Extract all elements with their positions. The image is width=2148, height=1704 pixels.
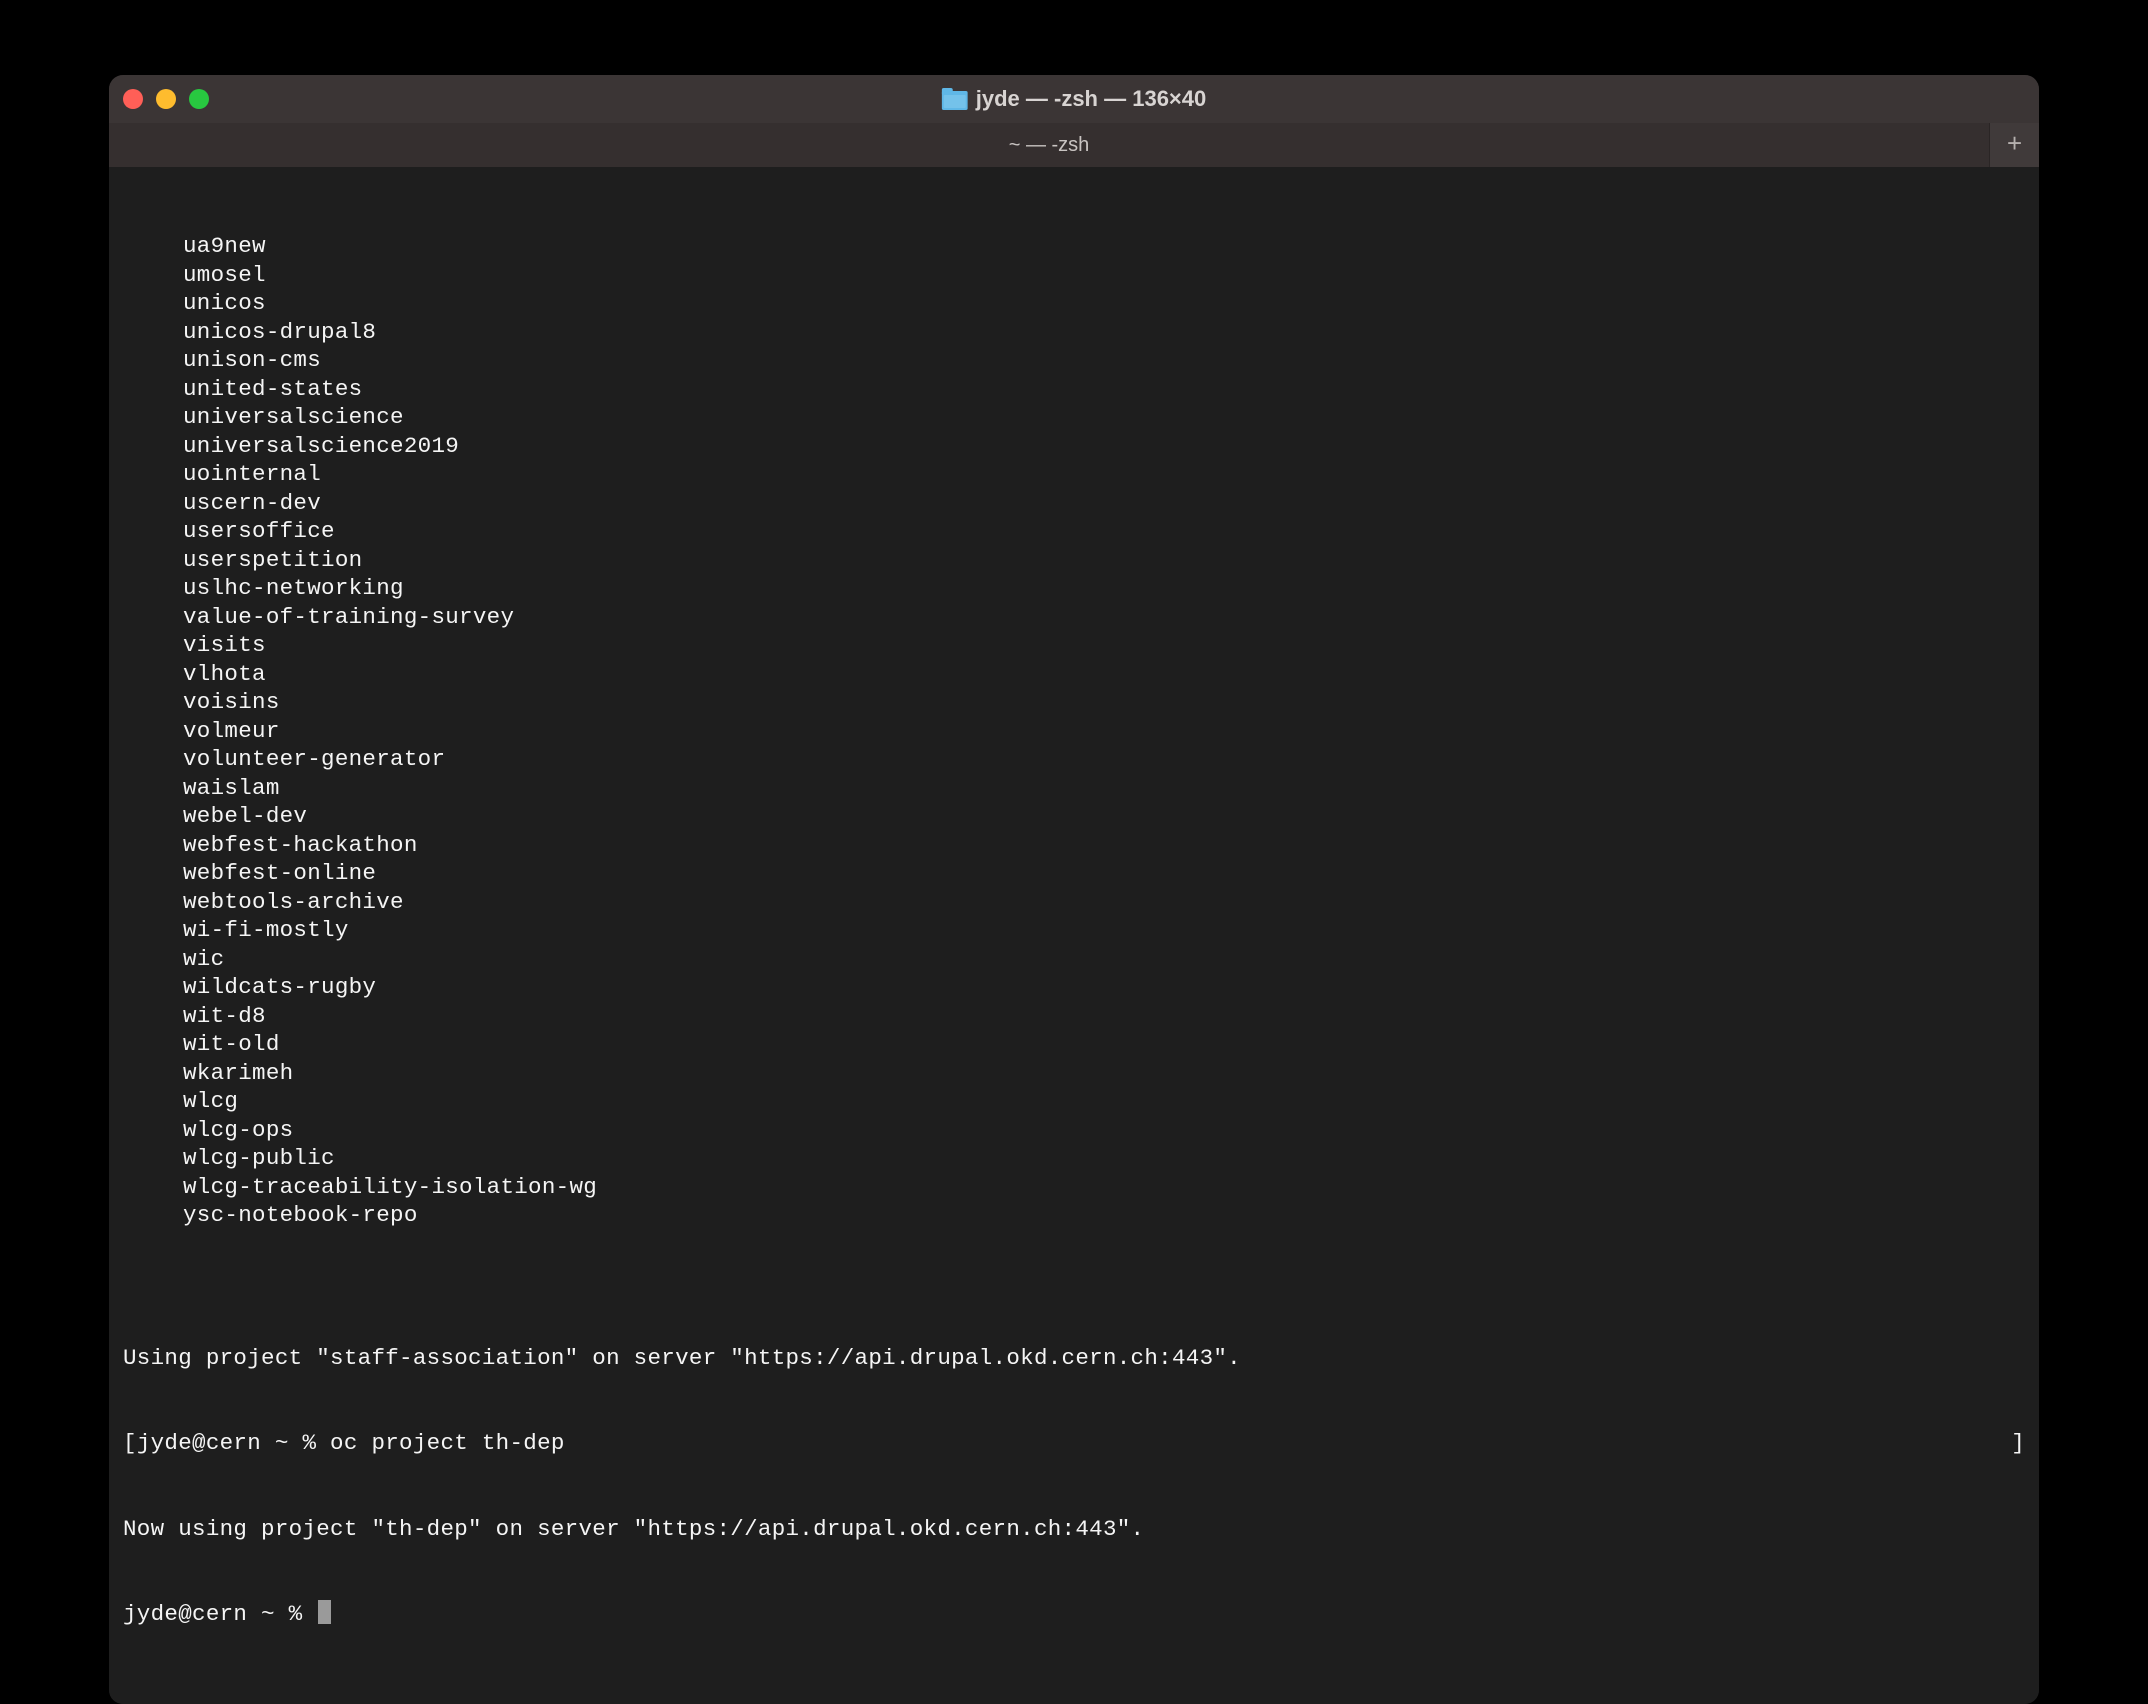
- terminal-output[interactable]: ua9newumoselunicosunicos-drupal8unison-c…: [109, 167, 2039, 1704]
- window-title-text: jyde — -zsh — 136×40: [976, 86, 1207, 112]
- list-item: wildcats-rugby: [109, 973, 2039, 1002]
- list-item: universalscience: [109, 403, 2039, 432]
- list-item: webel-dev: [109, 802, 2039, 831]
- list-item: visits: [109, 631, 2039, 660]
- tab-label: ~ — -zsh: [1009, 134, 1090, 157]
- list-item: uslhc-networking: [109, 574, 2039, 603]
- project-list: ua9newumoselunicosunicos-drupal8unison-c…: [109, 232, 2039, 1230]
- folder-icon: [942, 88, 968, 110]
- list-item: value-of-training-survey: [109, 603, 2039, 632]
- list-item: wic: [109, 945, 2039, 974]
- list-item: united-states: [109, 375, 2039, 404]
- traffic-lights: [123, 89, 209, 109]
- status-line: Now using project "th-dep" on server "ht…: [109, 1515, 2039, 1544]
- list-item: unicos-drupal8: [109, 318, 2039, 347]
- list-item: wkarimeh: [109, 1059, 2039, 1088]
- list-item: webfest-hackathon: [109, 831, 2039, 860]
- tab-active[interactable]: ~ — -zsh: [109, 123, 1989, 167]
- list-item: userspetition: [109, 546, 2039, 575]
- close-button[interactable]: [123, 89, 143, 109]
- list-item: wit-d8: [109, 1002, 2039, 1031]
- window-titlebar: jyde — -zsh — 136×40: [109, 75, 2039, 123]
- list-item: wlcg-public: [109, 1144, 2039, 1173]
- minimize-button[interactable]: [156, 89, 176, 109]
- list-item: wlcg: [109, 1087, 2039, 1116]
- list-item: volmeur: [109, 717, 2039, 746]
- list-item: unison-cms: [109, 346, 2039, 375]
- list-item: uscern-dev: [109, 489, 2039, 518]
- right-bracket: ]: [2011, 1429, 2025, 1458]
- status-line: Using project "staff-association" on ser…: [109, 1344, 2039, 1373]
- list-item: uointernal: [109, 460, 2039, 489]
- list-item: waislam: [109, 774, 2039, 803]
- list-item: wit-old: [109, 1030, 2039, 1059]
- zoom-button[interactable]: [189, 89, 209, 109]
- list-item: ysc-notebook-repo: [109, 1201, 2039, 1230]
- tab-bar: ~ — -zsh +: [109, 123, 2039, 167]
- list-item: vlhota: [109, 660, 2039, 689]
- prompt-current: jyde@cern ~ %: [109, 1600, 2039, 1629]
- list-item: wlcg-ops: [109, 1116, 2039, 1145]
- list-item: unicos: [109, 289, 2039, 318]
- list-item: voisins: [109, 688, 2039, 717]
- list-item: wi-fi-mostly: [109, 916, 2039, 945]
- new-tab-button[interactable]: +: [1989, 123, 2039, 167]
- window-title: jyde — -zsh — 136×40: [942, 86, 1207, 112]
- list-item: webtools-archive: [109, 888, 2039, 917]
- list-item: wlcg-traceability-isolation-wg: [109, 1173, 2039, 1202]
- list-item: umosel: [109, 261, 2039, 290]
- prompt-previous: [jyde@cern ~ % oc project th-dep]: [109, 1429, 2039, 1458]
- list-item: usersoffice: [109, 517, 2039, 546]
- list-item: webfest-online: [109, 859, 2039, 888]
- cursor: [318, 1600, 331, 1624]
- list-item: universalscience2019: [109, 432, 2039, 461]
- terminal-window: jyde — -zsh — 136×40 ~ — -zsh + ua9newum…: [109, 75, 2039, 1704]
- list-item: ua9new: [109, 232, 2039, 261]
- list-item: volunteer-generator: [109, 745, 2039, 774]
